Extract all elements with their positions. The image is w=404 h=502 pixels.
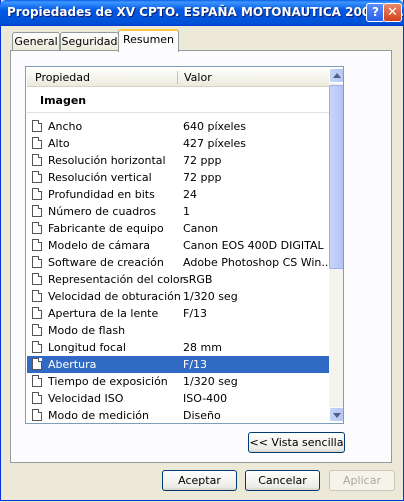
document-icon (32, 171, 42, 183)
simple-view-button[interactable]: << Vista sencilla (248, 432, 345, 453)
property-row[interactable]: Tiempo de exposición 1/320 seg (27, 373, 329, 390)
property-row[interactable]: Software de creación Adobe Photoshop CS W… (27, 254, 332, 271)
property-name: Ancho (48, 120, 83, 133)
property-value: 72 ppp (183, 154, 222, 167)
tab-general[interactable]: General (12, 32, 60, 51)
property-name: Resolución horizontal (48, 154, 166, 167)
property-row[interactable]: Longitud focal 28 mm (27, 339, 329, 356)
property-value: 1/320 seg (183, 290, 238, 303)
property-value: F/13 (183, 307, 208, 320)
document-icon (32, 358, 42, 370)
property-name: Alto (48, 137, 70, 150)
property-name: Software de creación (48, 256, 164, 269)
property-value: 427 píxeles (183, 137, 247, 150)
property-value: Adobe Photoshop CS Win... (183, 256, 332, 269)
property-value: Canon (183, 222, 219, 235)
property-row[interactable]: Alto 427 píxeles (27, 135, 329, 152)
document-icon (32, 409, 42, 421)
property-value: 1 (183, 205, 190, 218)
property-value: 640 píxeles (183, 120, 247, 133)
apply-button: Aplicar (329, 470, 395, 491)
property-row[interactable]: Ancho 640 píxeles (27, 118, 329, 135)
property-value: F/13 (183, 358, 208, 371)
document-icon (32, 188, 42, 200)
property-value: 1/320 seg (183, 375, 238, 388)
scroll-thumb[interactable] (329, 85, 343, 269)
column-property[interactable]: Propiedad (35, 71, 90, 84)
document-icon (32, 256, 42, 268)
document-icon (32, 392, 42, 404)
property-name: Longitud focal (48, 341, 126, 354)
document-icon (32, 120, 42, 132)
document-icon (32, 375, 42, 387)
document-icon (32, 222, 42, 234)
property-name: Tiempo de exposición (48, 375, 168, 388)
property-name: Fabricante de equipo (48, 222, 164, 235)
title-bar[interactable]: Propiedades de XV CPTO. ESPAÑA MOTONAUTI… (0, 0, 404, 26)
document-icon (32, 273, 42, 285)
tab-seguridad[interactable]: Seguridad (60, 32, 119, 51)
property-row[interactable]: Número de cuadros 1 (27, 203, 329, 220)
property-row[interactable]: Representación del color sRGB (27, 271, 329, 288)
document-icon (32, 137, 42, 149)
property-row[interactable]: Velocidad de obturación 1/320 seg (27, 288, 329, 305)
property-name: Representación del color (48, 273, 185, 286)
document-icon (32, 239, 42, 251)
property-row[interactable]: Apertura de la lente F/13 (27, 305, 329, 322)
document-icon (32, 290, 42, 302)
property-name: Número de cuadros (48, 205, 156, 218)
property-row[interactable]: Fabricante de equipo Canon (27, 220, 329, 237)
arrow-up-icon (333, 73, 341, 78)
group-header-imagen: Imagen (40, 94, 87, 107)
document-icon (32, 341, 42, 353)
property-value: 24 (183, 188, 197, 201)
property-row[interactable]: Profundidad en bits 24 (27, 186, 329, 203)
property-value: 28 mm (183, 341, 222, 354)
property-name: Modo de flash (48, 324, 126, 337)
arrow-down-icon (333, 413, 341, 418)
document-icon (32, 307, 42, 319)
column-value[interactable]: Valor (184, 71, 212, 84)
property-name: Velocidad de obturación (48, 290, 181, 303)
document-icon (32, 324, 42, 336)
property-row[interactable]: Velocidad ISO ISO-400 (27, 390, 329, 407)
scroll-up-button[interactable] (329, 68, 343, 83)
property-value: 72 ppp (183, 171, 222, 184)
property-row[interactable]: Modo de flash (27, 322, 329, 339)
document-icon (32, 205, 42, 217)
property-row[interactable]: Abertura F/13 (27, 356, 329, 373)
property-name: Modo de medición (48, 409, 150, 422)
vertical-scrollbar[interactable] (329, 68, 343, 422)
properties-list[interactable]: Propiedad Valor Imagen Ancho 640 píxeles A… (25, 66, 344, 424)
property-row[interactable]: Resolución vertical 72 ppp (27, 169, 329, 186)
cancel-button[interactable]: Cancelar (245, 470, 320, 491)
property-row[interactable]: Resolución horizontal 72 ppp (27, 152, 329, 169)
window-title: Propiedades de XV CPTO. ESPAÑA MOTONAUTI… (7, 5, 404, 19)
property-value: Diseño (183, 409, 221, 422)
property-value: sRGB (183, 273, 213, 286)
property-row[interactable]: Modo de medición Diseño (27, 407, 329, 423)
ok-button[interactable]: Aceptar (162, 470, 237, 491)
tab-resumen[interactable]: Resumen (118, 29, 179, 52)
property-row[interactable]: Modelo de cámara Canon EOS 400D DIGITAL (27, 237, 329, 254)
group-divider (27, 112, 329, 113)
property-name: Apertura de la lente (48, 307, 159, 320)
property-value: Canon EOS 400D DIGITAL (183, 239, 324, 252)
property-name: Velocidad ISO (48, 392, 124, 405)
property-name: Resolución vertical (48, 171, 152, 184)
document-icon (32, 154, 42, 166)
column-header: Propiedad Valor (27, 68, 329, 87)
close-button[interactable]: ✕ (383, 3, 402, 22)
property-rows: Ancho 640 píxeles Alto 427 píxeles Resolució… (27, 118, 332, 423)
property-name: Profundidad en bits (48, 188, 155, 201)
scroll-down-button[interactable] (329, 407, 343, 422)
property-value: ISO-400 (183, 392, 228, 405)
property-name: Modelo de cámara (48, 239, 151, 252)
column-divider[interactable] (177, 71, 178, 84)
property-name: Abertura (48, 358, 97, 371)
